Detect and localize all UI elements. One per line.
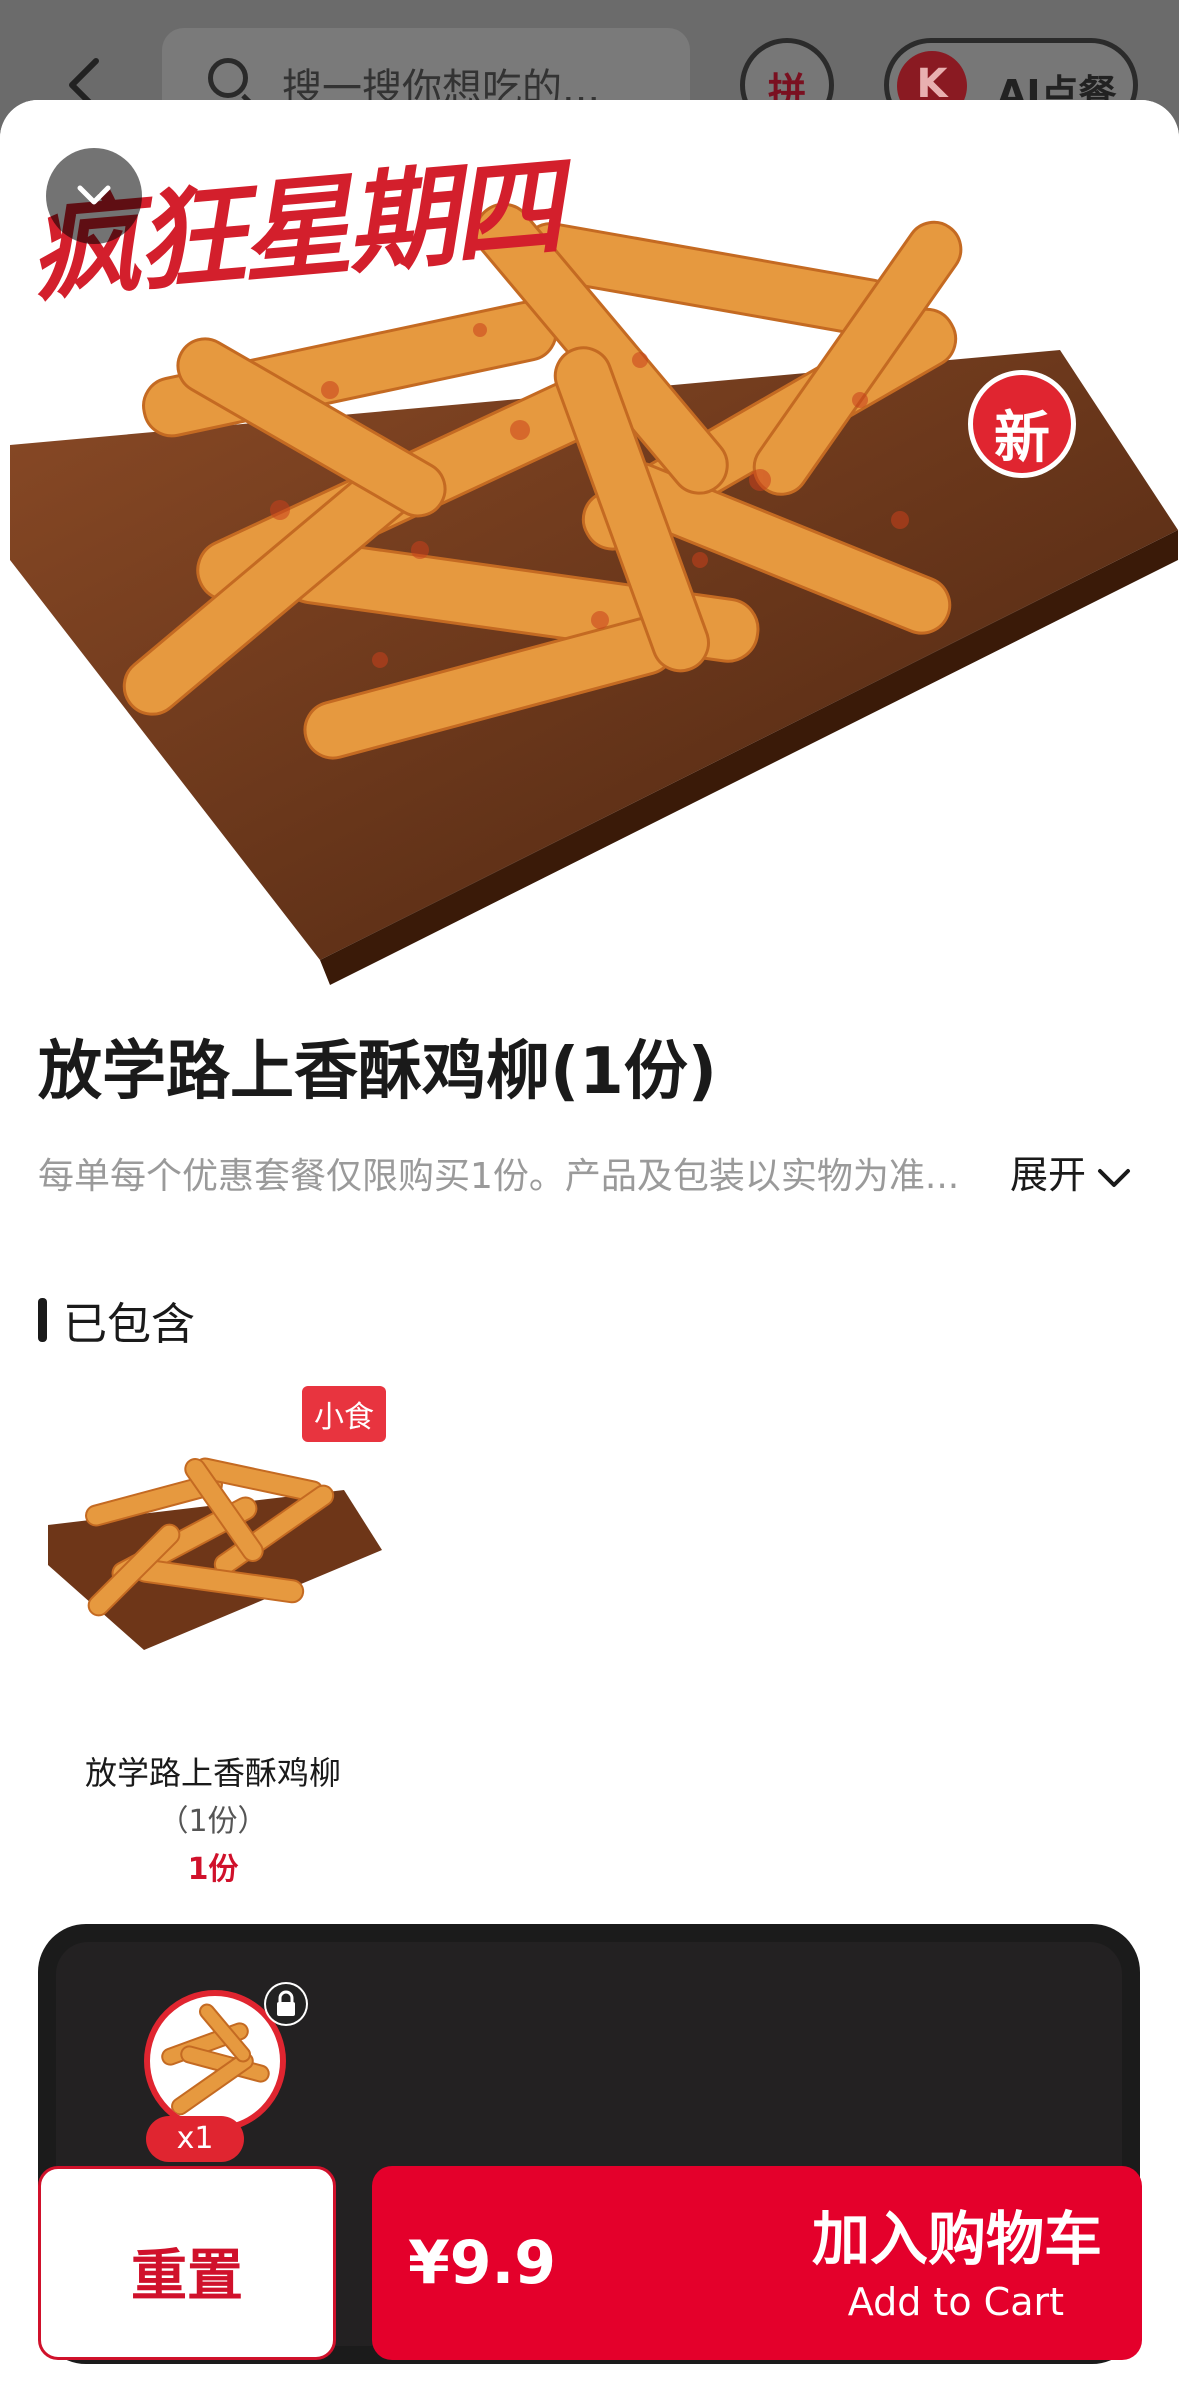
item-count: 1份 [187, 1852, 239, 1887]
expand-label: 展开 [1010, 1153, 1087, 1197]
collapse-button[interactable] [46, 148, 142, 244]
price-label: ¥9.9 [408, 2228, 557, 2298]
included-heading: 已包含 [38, 1288, 195, 1352]
chevron-down-icon [77, 185, 111, 205]
add-to-cart-label-en: Add to Cart [847, 2280, 1064, 2324]
item-name: 放学路上香酥鸡柳 [84, 1754, 341, 1792]
new-badge: 新 [968, 370, 1076, 478]
new-badge-label: 新 [994, 406, 1050, 471]
reset-button[interactable]: 重置 [38, 2166, 336, 2360]
quantity-badge: x1 [146, 2116, 244, 2162]
chevron-down-icon [1098, 1168, 1131, 1187]
product-description: 每单每个优惠套餐仅限购买1份。产品及包装以实物为准... [38, 1156, 960, 1197]
lock-icon [264, 1982, 308, 2026]
included-heading-label: 已包含 [63, 1299, 195, 1350]
heading-marker [38, 1298, 47, 1342]
reset-label: 重置 [131, 2244, 243, 2309]
chicken-strips-thumbnail [161, 2003, 270, 2116]
search-icon [208, 58, 248, 98]
chicken-strips-thumbnail [48, 1457, 382, 1650]
add-to-cart-label-cn: 加入购物车 [811, 2205, 1102, 2273]
product-hero-image: 疯狂星期四 新 [0, 100, 1179, 990]
product-title: 放学路上香酥鸡柳(1份) [38, 1035, 718, 1109]
item-portion: （1份） [158, 1804, 268, 1839]
item-category-tag: 小食 [302, 1386, 386, 1442]
expand-description-button[interactable]: 展开 [1010, 1144, 1132, 1199]
product-detail-sheet: 疯狂星期四 新 放学路上香酥鸡柳(1份) 每单每个优惠套餐仅限购买1份。产品及包… [0, 100, 1179, 2386]
add-to-cart-button[interactable]: ¥9.9 加入购物车 Add to Cart [372, 2166, 1142, 2360]
